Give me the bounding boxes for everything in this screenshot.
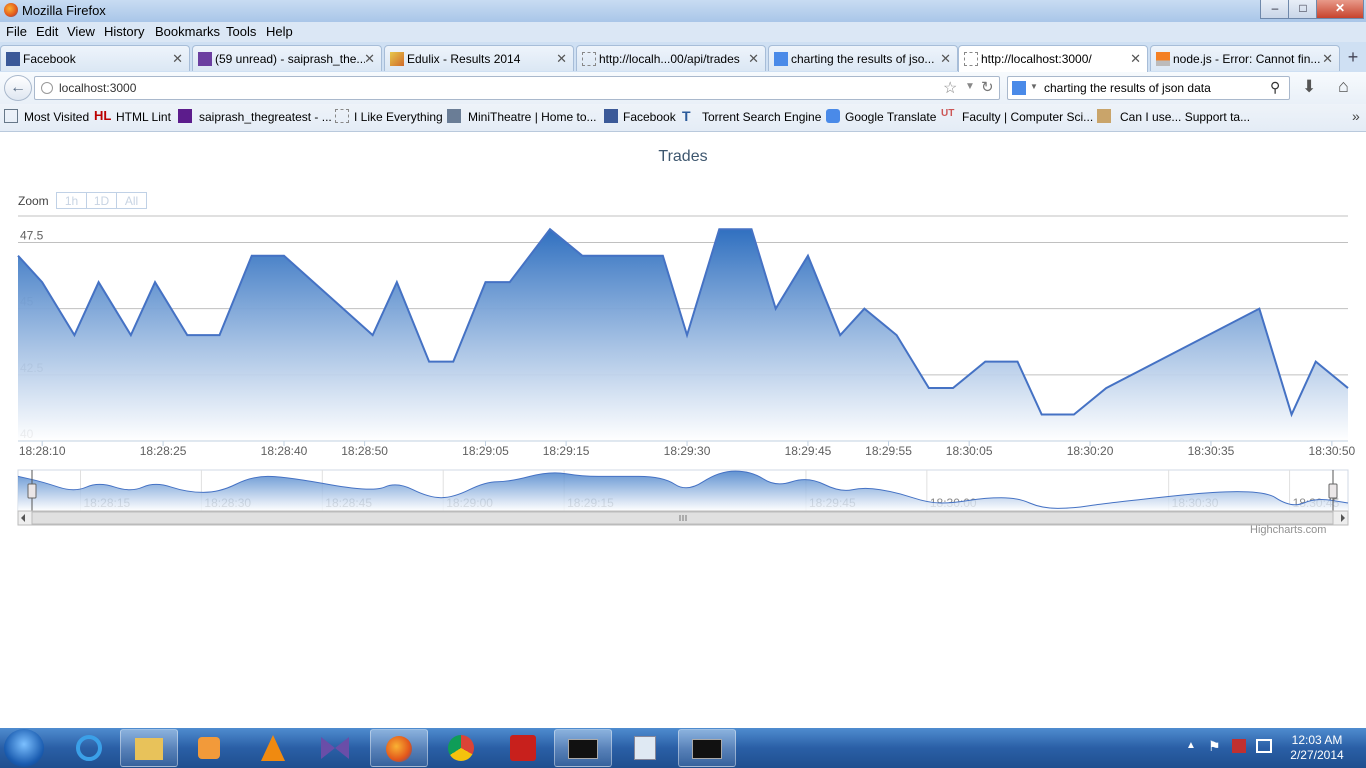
x-tick-label: 18:29:15 (543, 444, 590, 458)
x-tick-label: 18:28:40 (261, 444, 308, 458)
command-prompt-icon[interactable] (554, 729, 612, 767)
trades-chart: 4042.54547.5 18:28:1018:28:2518:28:4018:… (17, 215, 1356, 526)
highcharts-credit[interactable]: Highcharts.com (1250, 524, 1326, 536)
navigator-left-handle[interactable] (27, 483, 37, 499)
clock-date: 2/27/2014 (1290, 748, 1344, 762)
x-tick-label: 18:30:20 (1067, 444, 1114, 458)
y-tick-label: 47.5 (20, 228, 44, 242)
x-tick-label: 18:29:05 (462, 444, 509, 458)
x-tick-label: 18:30:50 (1309, 444, 1356, 458)
vlc-icon[interactable] (244, 729, 302, 767)
command-prompt-2-icon[interactable] (678, 729, 736, 767)
visual-studio-icon[interactable] (306, 729, 364, 767)
explorer-icon[interactable] (120, 729, 178, 767)
navigator-right-handle[interactable] (1328, 483, 1338, 499)
system-clock[interactable]: 12:03 AM 2/27/2014 (1282, 733, 1352, 763)
x-tick-label: 18:28:10 (19, 444, 66, 458)
media-player-icon[interactable] (180, 729, 238, 767)
network-icon[interactable] (1256, 739, 1272, 753)
notepad-icon[interactable] (616, 729, 674, 767)
taskbar: ▲ ⚑ 12:03 AM 2/27/2014 (0, 728, 1366, 768)
x-tick-label: 18:29:30 (664, 444, 711, 458)
x-tick-label: 18:30:05 (946, 444, 993, 458)
chrome-icon[interactable] (432, 729, 490, 767)
start-button[interactable] (4, 729, 44, 767)
adobe-reader-icon[interactable] (494, 729, 552, 767)
internet-explorer-icon[interactable] (60, 729, 118, 767)
show-hidden-icons[interactable]: ▲ (1186, 740, 1196, 751)
x-tick-label: 18:29:45 (785, 444, 832, 458)
firefox-icon[interactable] (370, 729, 428, 767)
x-tick-label: 18:29:55 (865, 444, 912, 458)
security-alert-icon[interactable] (1232, 739, 1246, 753)
x-tick-label: 18:28:25 (140, 444, 187, 458)
action-center-flag-icon[interactable]: ⚑ (1208, 738, 1221, 755)
x-tick-label: 18:28:50 (341, 444, 388, 458)
clock-time: 12:03 AM (1291, 733, 1343, 747)
x-tick-label: 18:30:35 (1188, 444, 1235, 458)
